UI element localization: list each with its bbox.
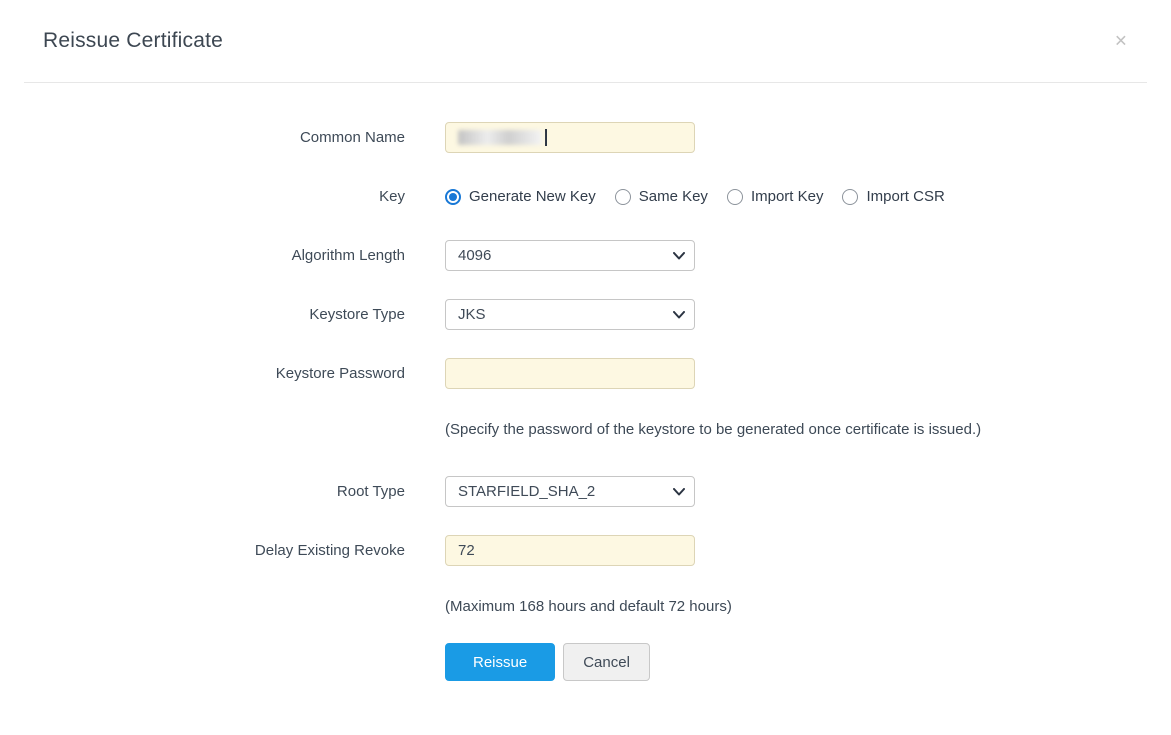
page-title: Reissue Certificate (43, 29, 223, 53)
cancel-button[interactable]: Cancel (563, 643, 650, 681)
keystore-type-row: Keystore Type JKS (24, 299, 1147, 330)
key-row: Key Generate New Key Same Key Import Key… (24, 181, 1147, 212)
radio-icon (615, 189, 631, 205)
reissue-certificate-modal: Reissue Certificate × Common Name Key Ge… (0, 0, 1171, 735)
close-icon[interactable]: × (1115, 31, 1127, 52)
key-radio-group: Generate New Key Same Key Import Key Imp… (445, 188, 1147, 205)
radio-label: Same Key (639, 188, 708, 205)
key-label: Key (24, 188, 405, 205)
radio-icon (445, 189, 461, 205)
common-name-label: Common Name (24, 129, 405, 146)
keystore-type-select[interactable]: JKS (445, 299, 695, 330)
delay-help-row: (Maximum 168 hours and default 72 hours) (24, 594, 1147, 625)
radio-import-csr[interactable]: Import CSR (842, 188, 944, 205)
keystore-type-label: Keystore Type (24, 306, 405, 323)
radio-icon (727, 189, 743, 205)
root-type-select[interactable]: STARFIELD_SHA_2 (445, 476, 695, 507)
root-type-label: Root Type (24, 483, 405, 500)
keystore-password-help-row: (Specify the password of the keystore to… (24, 417, 1147, 448)
redacted-value-blur (458, 130, 542, 145)
action-button-row: Reissue Cancel (24, 643, 1147, 681)
radio-import-key[interactable]: Import Key (727, 188, 824, 205)
common-name-input[interactable] (445, 122, 695, 153)
delay-help-text: (Maximum 168 hours and default 72 hours) (445, 594, 995, 620)
algorithm-length-select[interactable]: 4096 (445, 240, 695, 271)
radio-same-key[interactable]: Same Key (615, 188, 708, 205)
delay-existing-revoke-label: Delay Existing Revoke (24, 542, 405, 559)
keystore-password-row: Keystore Password (24, 358, 1147, 389)
modal-body: Common Name Key Generate New Key Same Ke… (0, 83, 1171, 681)
modal-header: Reissue Certificate × (24, 0, 1147, 83)
text-cursor (545, 129, 547, 146)
root-type-row: Root Type STARFIELD_SHA_2 (24, 476, 1147, 507)
reissue-button[interactable]: Reissue (445, 643, 555, 681)
keystore-password-input[interactable] (445, 358, 695, 389)
radio-label: Import CSR (866, 188, 944, 205)
radio-icon (842, 189, 858, 205)
algorithm-length-label: Algorithm Length (24, 247, 405, 264)
delay-existing-revoke-input[interactable] (445, 535, 695, 566)
algorithm-length-row: Algorithm Length 4096 (24, 240, 1147, 271)
common-name-row: Common Name (24, 122, 1147, 153)
delay-existing-revoke-row: Delay Existing Revoke (24, 535, 1147, 566)
radio-generate-new-key[interactable]: Generate New Key (445, 188, 596, 205)
keystore-password-label: Keystore Password (24, 365, 405, 382)
keystore-password-help-text: (Specify the password of the keystore to… (445, 417, 995, 443)
radio-label: Generate New Key (469, 188, 596, 205)
radio-label: Import Key (751, 188, 824, 205)
